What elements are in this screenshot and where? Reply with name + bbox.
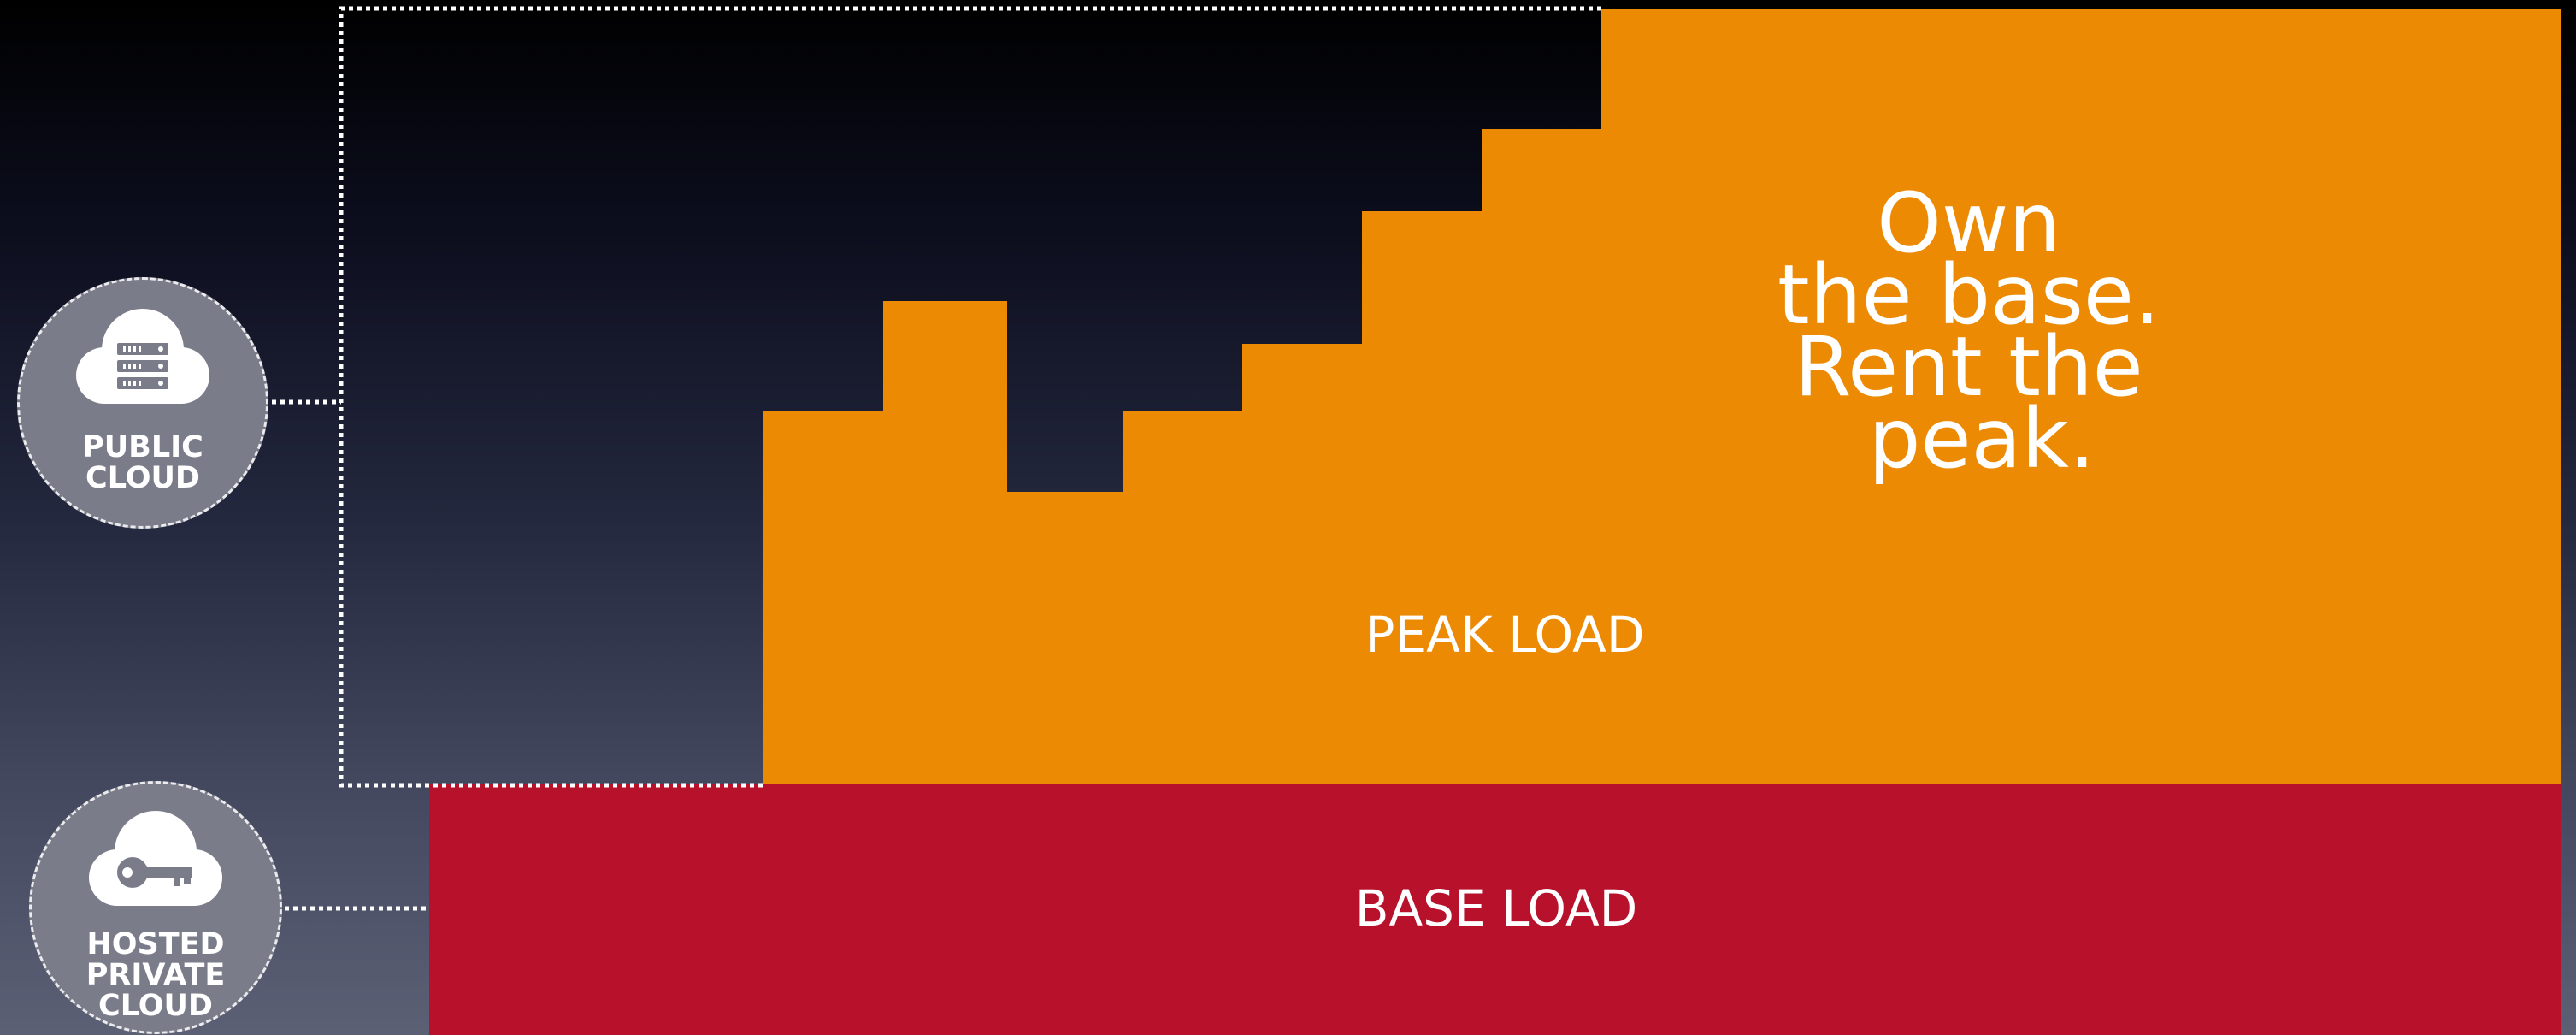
peak-load-area (763, 9, 2561, 784)
server-cloud-icon (20, 300, 266, 423)
load-diagram: Own the base. Rent the peak. PEAK LOAD B… (272, 6, 2561, 1035)
base-load-label: BASE LOAD (1355, 879, 1638, 937)
private-cloud-badge: HOSTED PRIVATE CLOUD (29, 781, 282, 1034)
private-cloud-label: HOSTED PRIVATE CLOUD (85, 927, 226, 1023)
headline-line: peak. (1869, 391, 2096, 487)
key-cloud-icon (32, 802, 280, 926)
peak-load-label: PEAK LOAD (1365, 606, 1645, 664)
public-cloud-label: PUBLIC CLOUD (82, 430, 203, 495)
public-cloud-badge: PUBLIC CLOUD (17, 277, 268, 529)
